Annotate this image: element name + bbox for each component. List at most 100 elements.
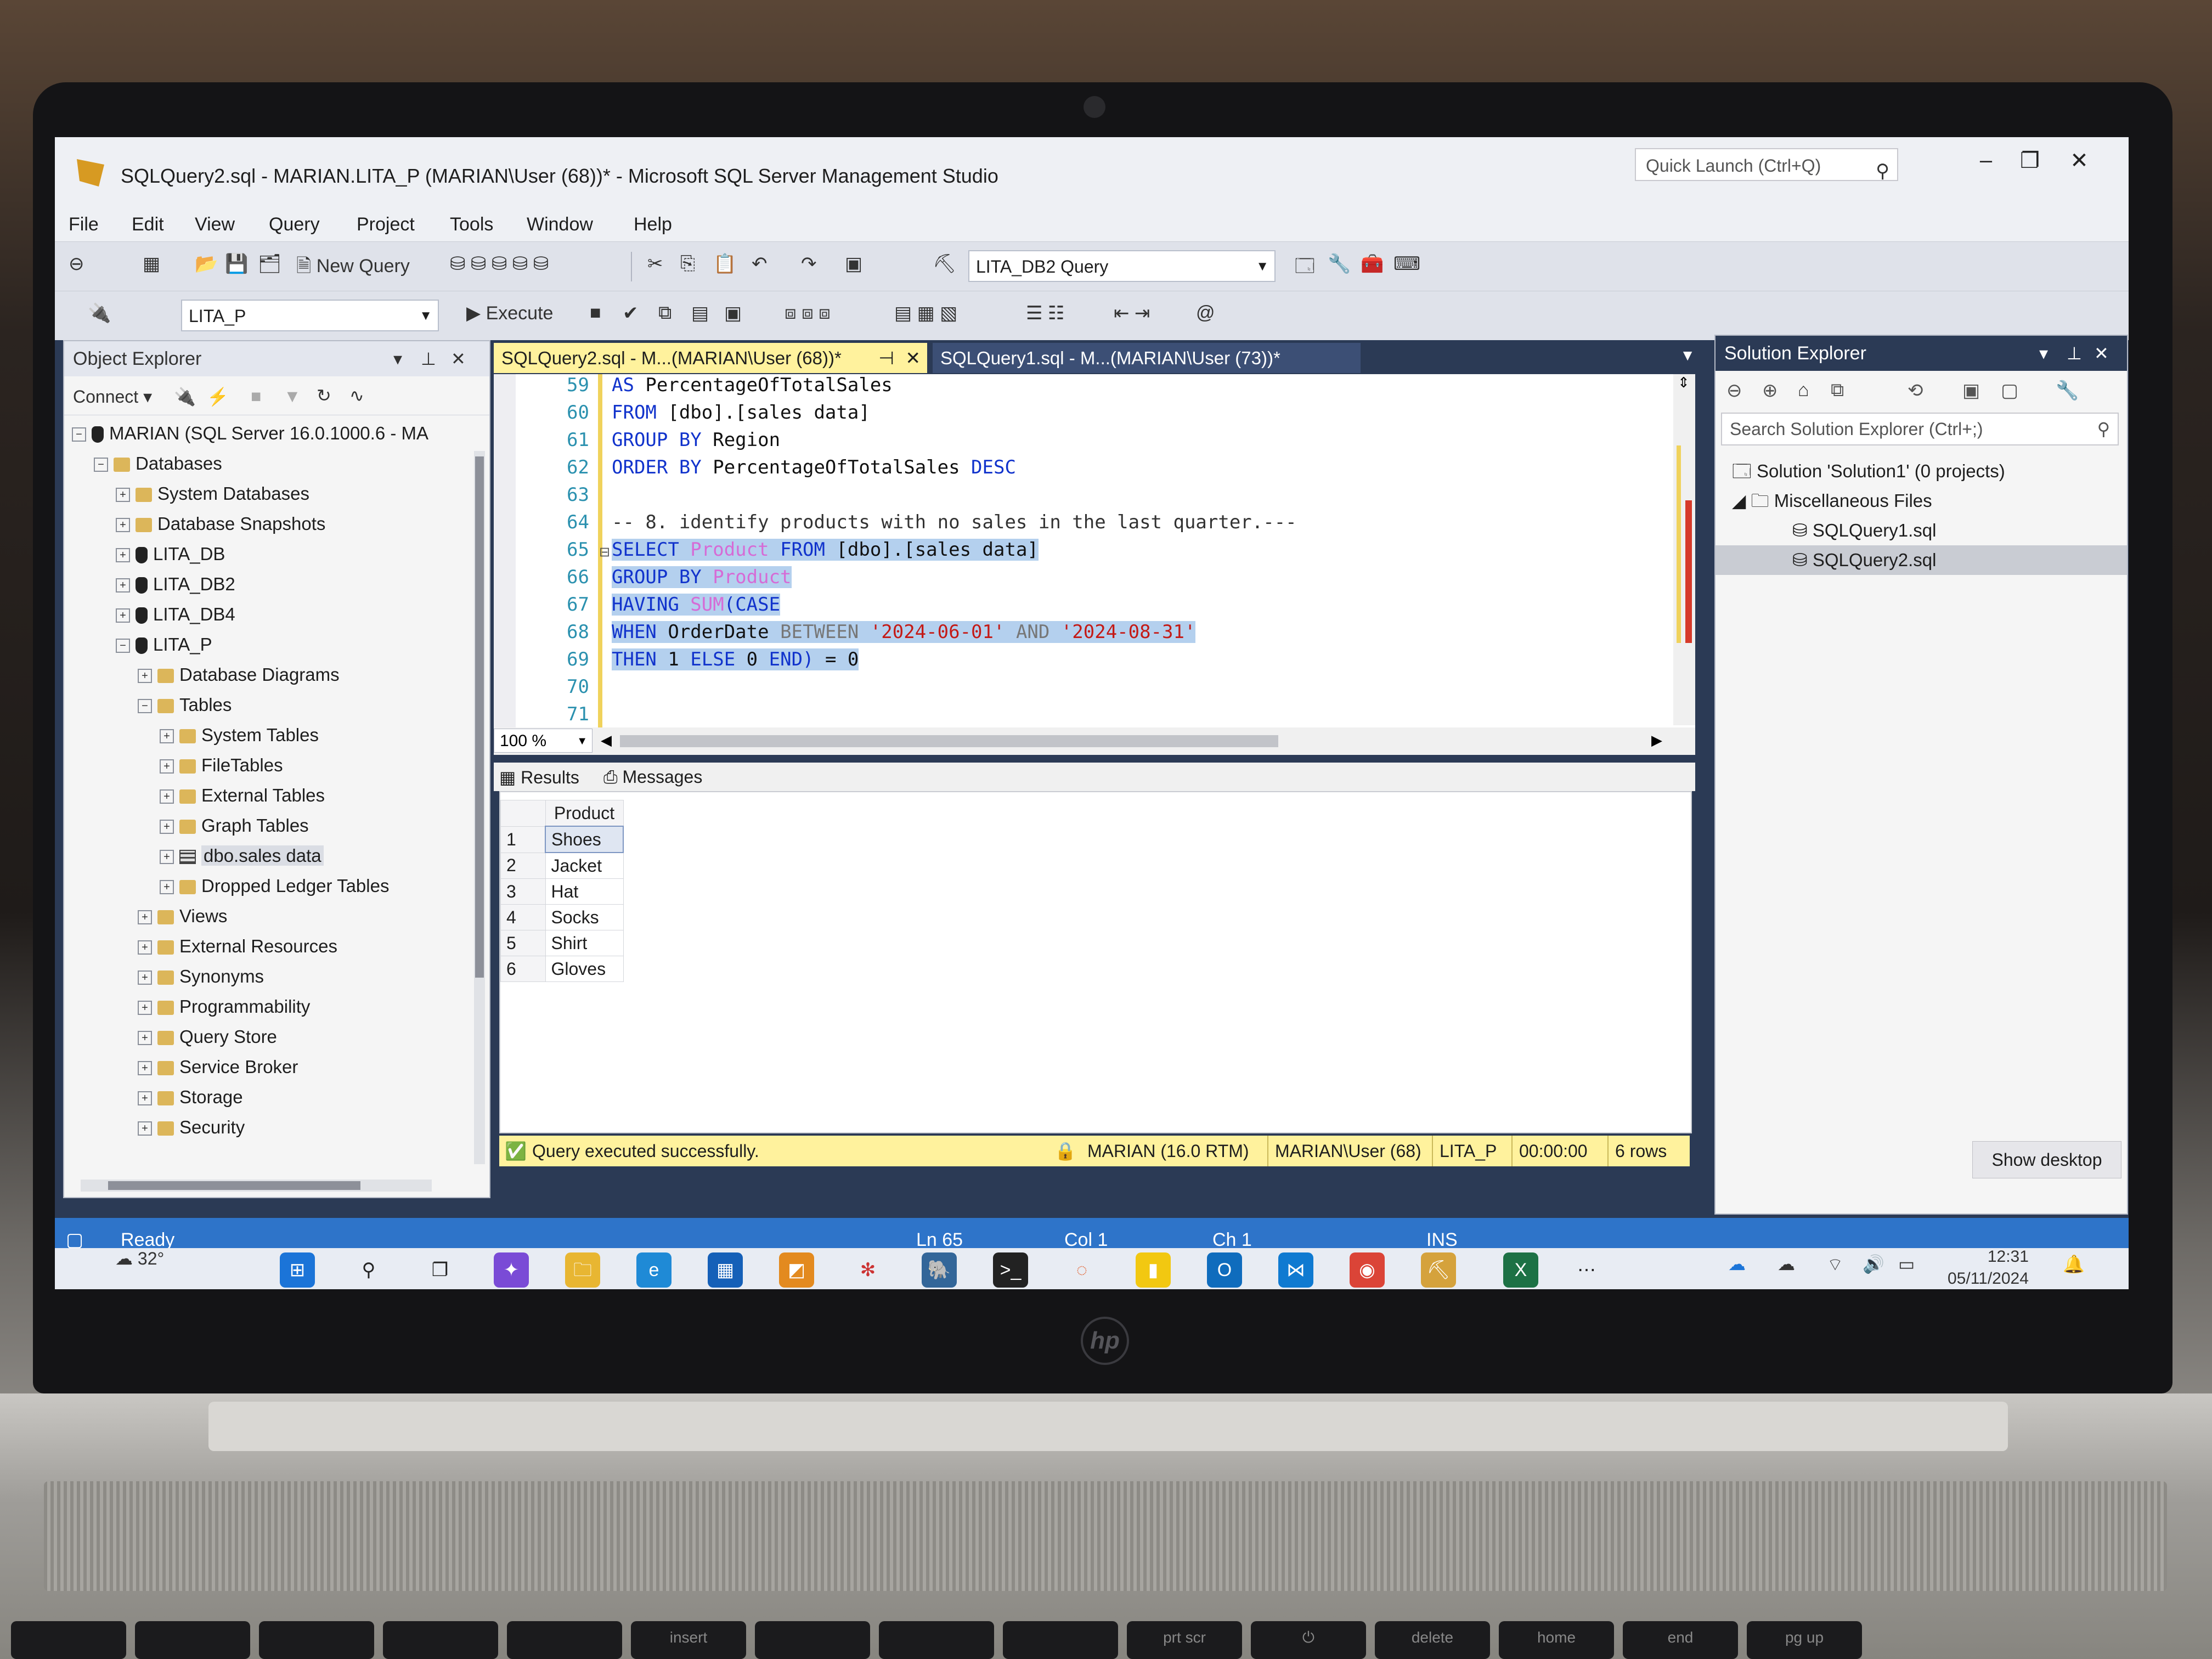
connect-icon[interactable]: 🔌 bbox=[88, 302, 111, 324]
postgres-icon[interactable]: 🐘 bbox=[922, 1252, 957, 1288]
target-database-select[interactable]: LITA_DB2 Query ▼ bbox=[968, 250, 1276, 282]
results-grid[interactable]: Product 1 Shoes 2 Jacket 3 Hat 4 Socks 5 Shir… bbox=[499, 791, 1692, 1133]
app-icon[interactable]: ◩ bbox=[779, 1252, 814, 1288]
expand-icon[interactable]: + bbox=[138, 910, 152, 925]
restore-button[interactable]: ❐ bbox=[2013, 148, 2046, 173]
excel-icon[interactable]: X bbox=[1503, 1252, 1538, 1288]
close-icon[interactable]: ✕ bbox=[905, 343, 921, 373]
result-cell[interactable]: Hat bbox=[545, 878, 624, 905]
new-project-icon[interactable]: ▦ bbox=[143, 253, 160, 275]
expand-icon[interactable]: + bbox=[160, 759, 174, 774]
slack-icon[interactable]: ✻ bbox=[850, 1252, 885, 1288]
scrollbar-thumb[interactable] bbox=[475, 456, 484, 978]
horizontal-scrollbar-thumb[interactable] bbox=[620, 735, 1278, 747]
execute-button[interactable]: ▶ Execute bbox=[466, 302, 553, 324]
misc-files-node[interactable]: ◢ 🗀 Miscellaneous Files bbox=[1716, 486, 2127, 516]
disconnect-icon[interactable]: ⚡ bbox=[207, 386, 229, 407]
row-number[interactable]: 4 bbox=[500, 904, 546, 930]
menu-view[interactable]: View bbox=[195, 214, 235, 235]
tab-sqlquery1[interactable]: SQLQuery1.sql - M...(MARIAN\User (73))* bbox=[933, 343, 1361, 373]
expand-icon[interactable]: + bbox=[116, 578, 130, 593]
row-number[interactable]: 5 bbox=[500, 930, 546, 956]
result-cell[interactable]: Shoes bbox=[545, 826, 624, 853]
notification-icon[interactable]: 🔔 bbox=[2063, 1254, 2085, 1274]
pin-icon[interactable]: ⊣ bbox=[878, 343, 894, 373]
parse-icon[interactable]: ✔ bbox=[623, 302, 639, 324]
scrollbar-thumb[interactable] bbox=[108, 1181, 360, 1190]
solution-search-input[interactable]: Search Solution Explorer (Ctrl+;) ⚲ bbox=[1721, 413, 2119, 445]
menu-query[interactable]: Query bbox=[269, 214, 320, 235]
file-explorer-icon[interactable]: 🗀 bbox=[565, 1252, 600, 1288]
query-options-icon[interactable]: ▤ bbox=[691, 302, 709, 324]
result-cell[interactable]: Shirt bbox=[545, 930, 624, 956]
tab-results[interactable]: ▦ Results bbox=[499, 767, 579, 788]
row-number[interactable]: 1 bbox=[500, 826, 546, 853]
outlook-icon[interactable]: O bbox=[1207, 1252, 1242, 1288]
tree-node-filetables[interactable]: + FileTables bbox=[64, 750, 489, 780]
close-icon[interactable]: ✕ bbox=[2094, 336, 2109, 371]
history-icon[interactable]: ⟲ bbox=[1908, 380, 1923, 402]
tree-node-server[interactable]: − MARIAN (SQL Server 16.0.1000.6 - MA bbox=[64, 418, 489, 448]
expand-icon[interactable]: + bbox=[160, 850, 174, 865]
properties-icon[interactable]: 🔧 bbox=[2056, 380, 2079, 402]
menu-window[interactable]: Window bbox=[527, 214, 593, 235]
split-icon[interactable]: ⇕ bbox=[1678, 374, 1690, 391]
expand-icon[interactable]: + bbox=[160, 820, 174, 834]
expand-icon[interactable]: + bbox=[138, 970, 152, 985]
result-cell[interactable]: Gloves bbox=[545, 956, 624, 982]
weather-widget[interactable]: ☁ 32° bbox=[115, 1248, 164, 1269]
expand-icon[interactable]: + bbox=[138, 1061, 152, 1076]
dropdown-icon[interactable]: ▾ bbox=[2039, 336, 2048, 371]
power-bi-icon[interactable]: ▮ bbox=[1136, 1252, 1171, 1288]
tree-node-views[interactable]: + Views bbox=[64, 901, 489, 931]
file-node-sqlquery2[interactable]: ⛁ SQLQuery2.sql bbox=[1716, 545, 2127, 575]
search-icon[interactable]: ⚲ bbox=[351, 1252, 386, 1288]
vertical-scrollbar[interactable] bbox=[474, 451, 485, 1164]
tree-node-databases[interactable]: − Databases bbox=[64, 448, 489, 478]
tree-node-database-diagrams[interactable]: + Database Diagrams bbox=[64, 659, 489, 690]
results-to-icons[interactable]: ▤ ▦ ▧ bbox=[894, 302, 957, 324]
save-all-icon[interactable]: 🗂 bbox=[258, 253, 281, 275]
tree-node-storage[interactable]: + Storage bbox=[64, 1082, 489, 1112]
query-type-icons[interactable]: ⛁ ⛁ ⛁ ⛁ ⛁ bbox=[450, 253, 549, 275]
tree-node-database-snapshots[interactable]: + Database Snapshots bbox=[64, 509, 489, 539]
expand-icon[interactable]: + bbox=[116, 608, 130, 623]
collapse-icon[interactable]: − bbox=[116, 639, 130, 653]
battery-icon[interactable]: ▭ bbox=[1898, 1254, 1915, 1274]
tree-node-programmability[interactable]: + Programmability bbox=[64, 991, 489, 1022]
pin-icon[interactable]: ⊥ bbox=[421, 341, 436, 376]
editor-vertical-scrollbar[interactable]: ⇕ bbox=[1673, 374, 1695, 725]
activity-icon[interactable]: ∿ bbox=[349, 385, 364, 406]
expand-icon[interactable]: + bbox=[160, 729, 174, 744]
tree-node-security[interactable]: + Security bbox=[64, 1112, 489, 1142]
collapse-icon[interactable]: − bbox=[138, 699, 152, 714]
copy-icon[interactable]: ⎘ bbox=[680, 253, 695, 274]
collapse-icon[interactable]: − bbox=[94, 458, 108, 472]
menu-tools[interactable]: Tools bbox=[450, 214, 493, 235]
wifi-icon[interactable]: ⌔ bbox=[1827, 1254, 1843, 1276]
intellisense-icon[interactable]: ▣ bbox=[724, 302, 742, 324]
row-number[interactable]: 3 bbox=[500, 878, 546, 905]
volume-icon[interactable]: 🔊 bbox=[1863, 1254, 1884, 1274]
more-icon[interactable]: ⋯ bbox=[1569, 1252, 1604, 1288]
edge-icon[interactable]: e bbox=[636, 1252, 672, 1288]
close-button[interactable]: ✕ bbox=[2063, 148, 2096, 173]
save-icon[interactable]: 💾 bbox=[225, 253, 248, 275]
zoom-select[interactable]: 100 % ▼ bbox=[494, 729, 592, 753]
chrome-icon[interactable]: ◉ bbox=[1350, 1252, 1385, 1288]
tree-node-external-tables[interactable]: + External Tables bbox=[64, 780, 489, 810]
ssms-taskbar-icon[interactable]: ⛏ bbox=[1421, 1252, 1456, 1288]
indent-icons[interactable]: ⇤ ⇥ bbox=[1114, 302, 1150, 324]
new-query-button[interactable]: 🗎 New Query bbox=[296, 253, 410, 284]
tree-node-service-broker[interactable]: + Service Broker bbox=[64, 1052, 489, 1082]
tab-messages[interactable]: ⎙ Messages bbox=[603, 767, 702, 788]
start-icon[interactable]: ⊞ bbox=[280, 1252, 315, 1288]
undo-icon[interactable]: ↶ bbox=[752, 253, 768, 275]
connect-button[interactable]: Connect ▾ bbox=[73, 386, 152, 407]
expand-icon[interactable]: + bbox=[138, 1031, 152, 1046]
cancel-query-icon[interactable]: ■ bbox=[590, 302, 601, 324]
tree-node-lita-db[interactable]: + LITA_DB bbox=[64, 539, 489, 569]
collapse-region-icon[interactable]: ⊟ bbox=[599, 544, 610, 560]
store-icon[interactable]: ▦ bbox=[708, 1252, 743, 1288]
dropdown-icon[interactable]: ▾ bbox=[393, 341, 402, 376]
